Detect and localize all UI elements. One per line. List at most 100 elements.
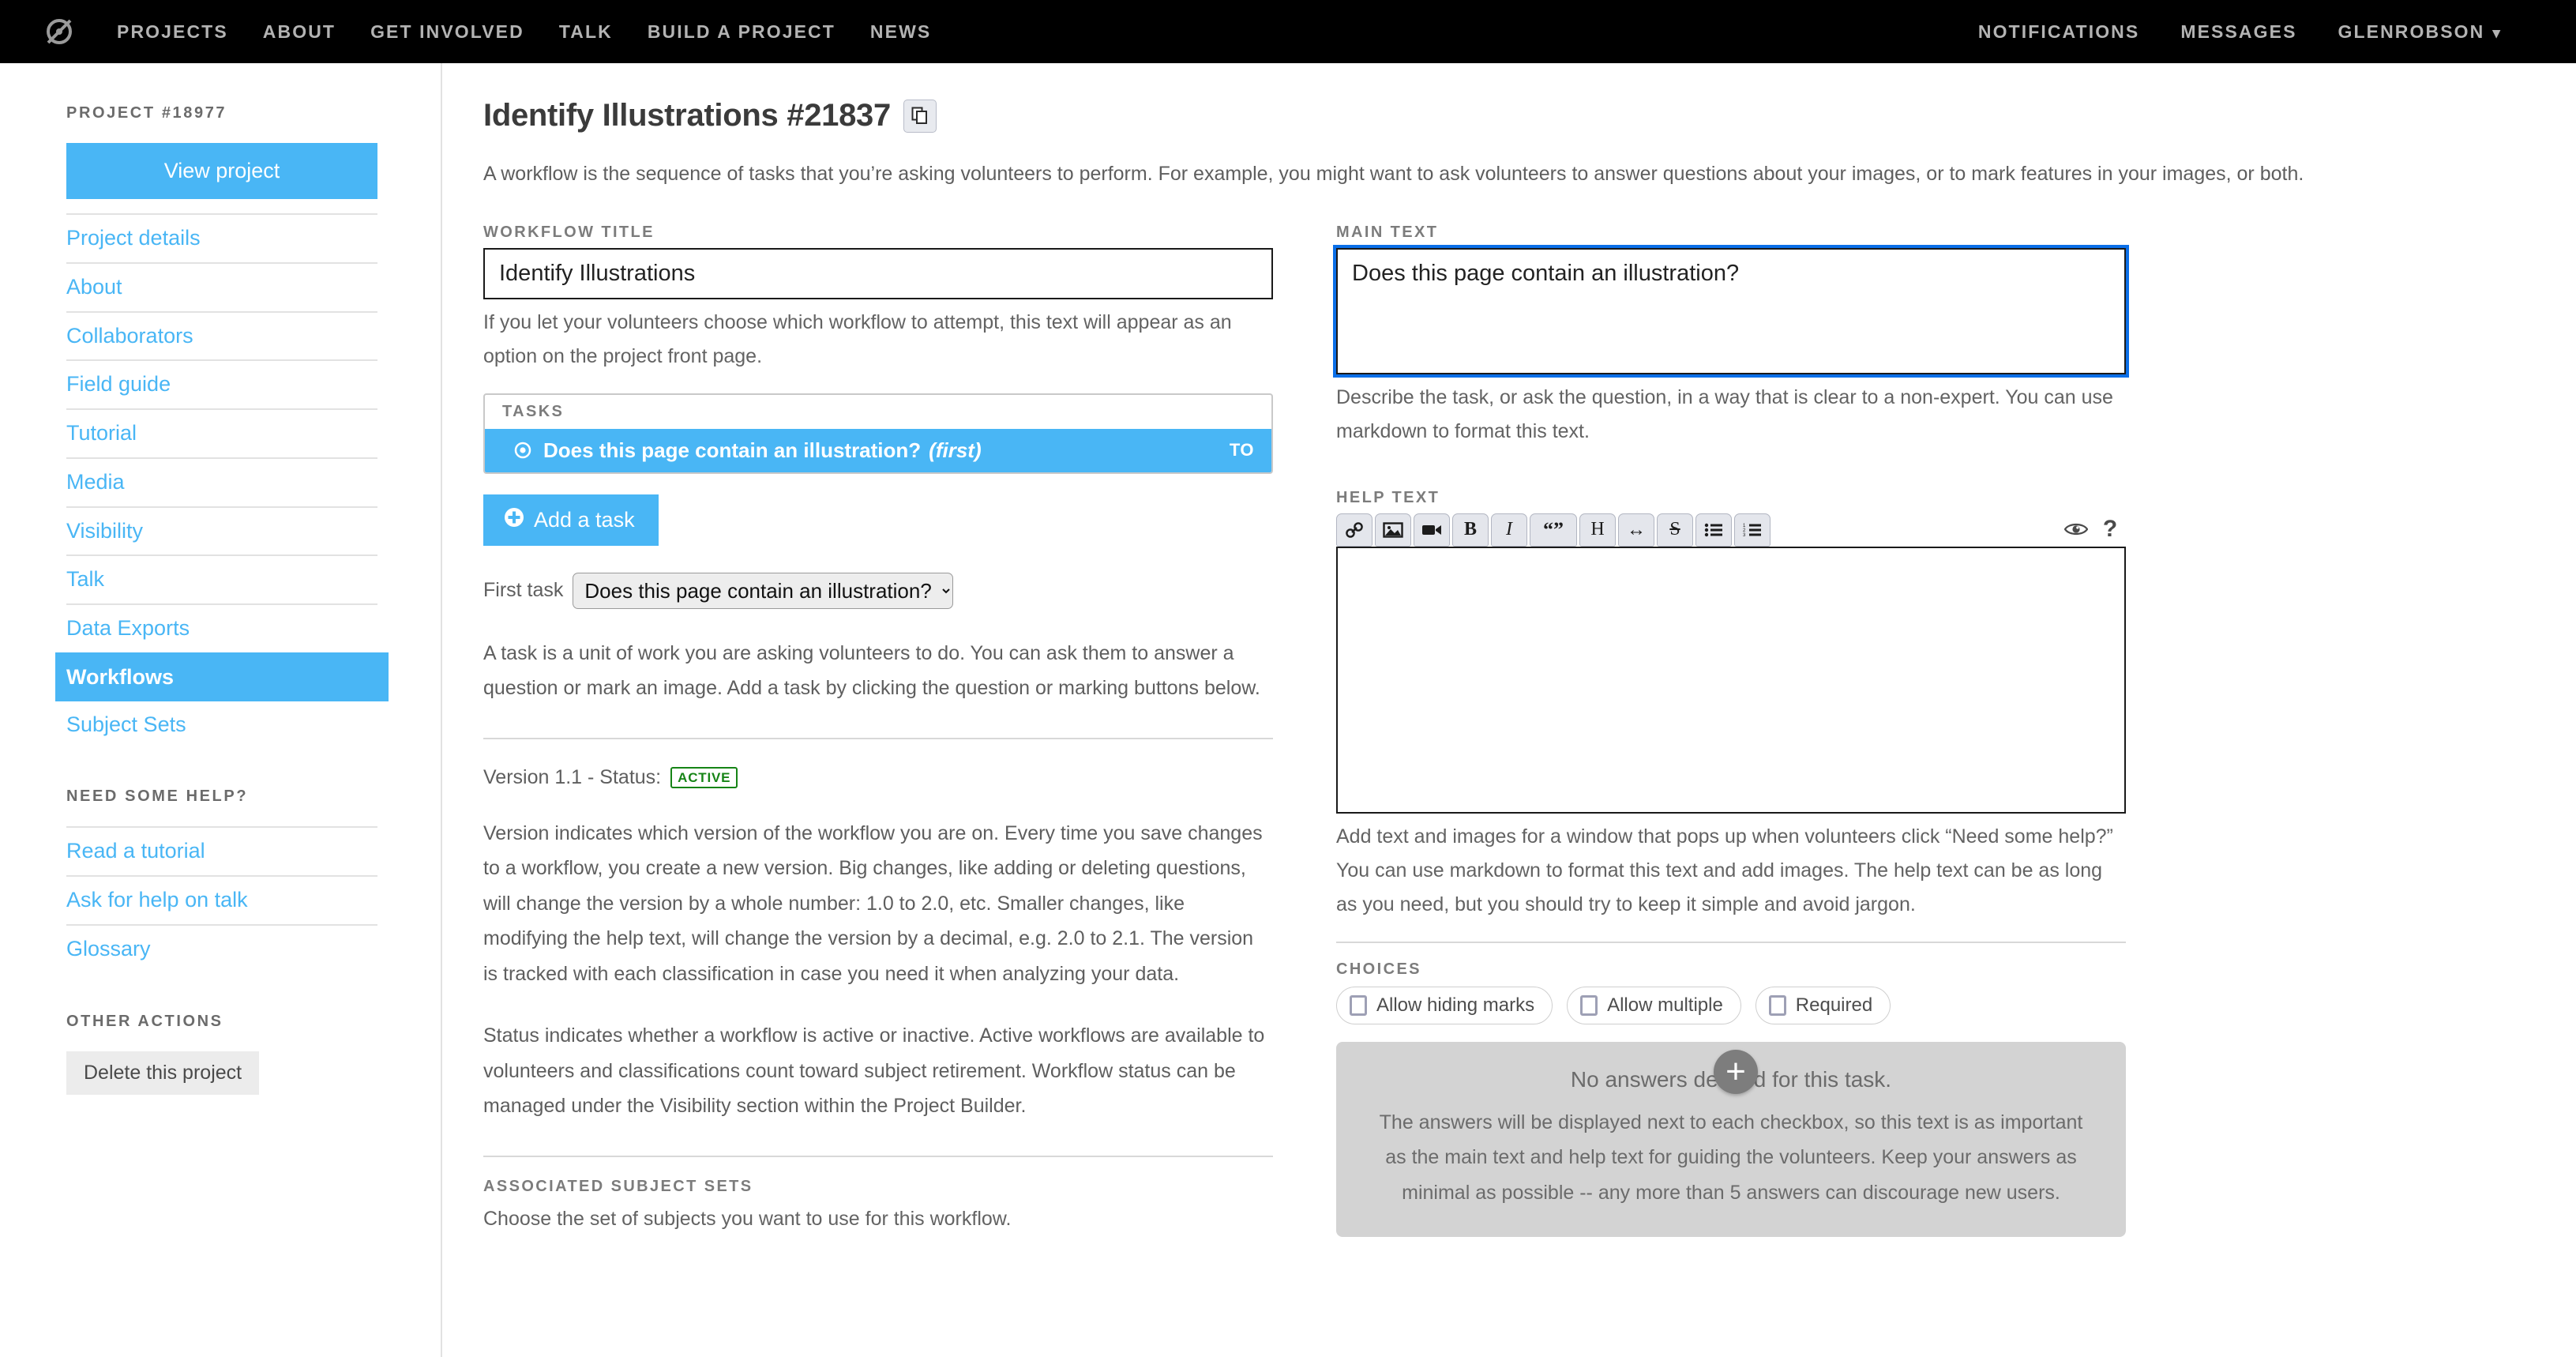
version-prefix: Version 1.1 - Status: [483, 765, 662, 788]
sidebar-item-read-a-tutorial[interactable]: Read a tutorial [66, 826, 377, 875]
sidebar-item-subject-sets[interactable]: Subject Sets [66, 701, 377, 749]
nav-link-projects[interactable]: PROJECTS [100, 21, 246, 43]
chevron-down-icon: ▾ [2492, 24, 2502, 42]
sidebar-item-project-details[interactable]: Project details [66, 213, 377, 262]
sidebar-item-data-exports[interactable]: Data Exports [66, 603, 377, 652]
sidebar-item-collaborators[interactable]: Collaborators [66, 310, 377, 360]
link-icon[interactable] [1336, 513, 1372, 547]
associated-subject-sets-helper: Choose the set of subjects you want to u… [483, 1207, 1012, 1230]
task-row-end-label: TO [1229, 440, 1254, 460]
add-a-task-button[interactable]: Add a task [483, 494, 659, 546]
sidebar-item-talk[interactable]: Talk [66, 554, 377, 603]
sidebar-item-ask-for-help-on-talk[interactable]: Ask for help on talk [66, 875, 377, 924]
sidebar-gap-1 [66, 748, 377, 788]
choice-required[interactable]: Required [1755, 986, 1891, 1024]
radio-icon [513, 441, 532, 460]
add-answer-button[interactable]: + [1714, 1049, 1758, 1094]
nav-link-about[interactable]: ABOUT [246, 21, 353, 43]
main-text-label: MAIN TEXT [1336, 223, 1439, 241]
choices-label: CHOICES [1336, 960, 1421, 978]
heading-icon[interactable]: H [1579, 513, 1616, 547]
markdown-toolbar: B I “” H ↔ S 1 2 3 ? [1336, 513, 2126, 547]
nav-link-talk[interactable]: TALK [542, 21, 630, 43]
user-menu-label: GLENROBSON [2338, 21, 2485, 42]
horizontal-rule-icon[interactable]: ↔ [1618, 513, 1654, 547]
project-sidebar: PROJECT #18977 View project Project deta… [0, 63, 442, 1357]
image-icon[interactable] [1375, 513, 1411, 547]
italic-glyph: I [1506, 519, 1512, 540]
task-row-label: Does this page contain an illustration? [543, 438, 922, 462]
status-badge: ACTIVE [670, 766, 738, 788]
status-description: Status indicates whether a workflow is a… [483, 1024, 1265, 1118]
first-task-row: First task Does this page contain an ill… [483, 572, 1273, 609]
copy-workflow-icon[interactable] [903, 99, 937, 133]
workflow-title-input[interactable] [483, 247, 1273, 299]
project-id-heading: PROJECT #18977 [66, 104, 227, 122]
choice-label-required: Required [1795, 994, 1873, 1016]
no-answers-body: The answers will be displayed next to ea… [1379, 1111, 2083, 1204]
blockquote-glyph: “” [1543, 517, 1564, 541]
workflow-intro-text: A workflow is the sequence of tasks that… [483, 163, 2304, 185]
version-status-line: Version 1.1 - Status: ACTIVE [483, 766, 1273, 789]
eye-icon[interactable] [2060, 513, 2092, 545]
numbered-list-icon[interactable]: 1 2 3 [1734, 513, 1771, 547]
question-mark-icon[interactable]: ? [2094, 513, 2126, 545]
nav-link-messages[interactable]: MESSAGES [2160, 21, 2317, 43]
italic-icon[interactable]: I [1491, 513, 1527, 547]
view-project-button[interactable]: View project [66, 143, 377, 199]
workflow-settings-column: WORKFLOW TITLE If you let your volunteer… [483, 224, 1273, 1256]
first-task-select[interactable]: Does this page contain an illustration? [573, 572, 954, 609]
nav-link-notifications[interactable]: NOTIFICATIONS [1958, 21, 2160, 43]
help-text-label: HELP TEXT [1336, 488, 1440, 506]
sidebar-item-tutorial[interactable]: Tutorial [66, 408, 377, 457]
user-menu[interactable]: GLENROBSON ▾ [2318, 21, 2522, 43]
main-text-helper: Describe the task, or ask the question, … [1336, 385, 2113, 442]
sidebar-item-visibility[interactable]: Visibility [66, 506, 377, 555]
delete-this-project-button[interactable]: Delete this project [66, 1051, 260, 1095]
task-row[interactable]: Does this page contain an illustration? … [485, 428, 1271, 472]
blockquote-icon[interactable]: “” [1530, 513, 1577, 547]
other-actions-heading: OTHER ACTIONS [66, 1012, 223, 1030]
choice-label-allow-multiple: Allow multiple [1607, 994, 1723, 1016]
page-title-row: Identify Illustrations #21837 [483, 98, 2535, 133]
spacer-right-1 [1336, 468, 2126, 489]
primary-nav-links: PROJECTS ABOUT GET INVOLVED TALK BUILD A… [100, 21, 948, 43]
editor-columns: WORKFLOW TITLE If you let your volunteer… [483, 224, 2535, 1256]
divider-1 [483, 737, 1273, 739]
sidebar-item-field-guide[interactable]: Field guide [66, 359, 377, 408]
choice-allow-hiding-marks[interactable]: Allow hiding marks [1336, 986, 1553, 1024]
version-description: Version indicates which version of the w… [483, 821, 1263, 985]
spacer-left [483, 1157, 1273, 1178]
horizontal-rule-glyph: ↔ [1627, 518, 1646, 540]
first-task-label: First task [483, 579, 564, 602]
plus-circle-icon [504, 507, 524, 533]
sidebar-item-media[interactable]: Media [66, 457, 377, 506]
sidebar-item-workflows[interactable]: Workflows [55, 652, 389, 701]
nav-link-news[interactable]: NEWS [853, 21, 948, 43]
sidebar-item-glossary[interactable]: Glossary [66, 923, 377, 973]
tasks-label: TASKS [502, 402, 565, 420]
task-helper-text: A task is a unit of work you are asking … [483, 641, 1260, 700]
plus-icon: + [1725, 1051, 1746, 1091]
video-icon[interactable] [1414, 513, 1450, 547]
bold-icon[interactable]: B [1452, 513, 1489, 547]
task-row-first-tag: (first) [929, 438, 982, 462]
sidebar-item-about[interactable]: About [66, 261, 377, 311]
checkbox-allow-hiding-marks[interactable] [1350, 994, 1367, 1016]
workflow-title-helper: If you let your volunteers choose which … [483, 310, 1232, 367]
strikethrough-icon[interactable]: S [1657, 513, 1693, 547]
page-body: PROJECT #18977 View project Project deta… [0, 63, 2576, 1357]
add-a-task-label: Add a task [534, 507, 635, 532]
no-answers-panel: + No answers defined for this task. The … [1336, 1041, 2126, 1238]
checkbox-required[interactable] [1768, 994, 1786, 1016]
choice-allow-multiple[interactable]: Allow multiple [1567, 986, 1741, 1024]
main-text-textarea[interactable] [1333, 244, 2129, 378]
help-heading: NEED SOME HELP? [66, 788, 249, 806]
bullet-list-icon[interactable] [1695, 513, 1732, 547]
nav-link-build-a-project[interactable]: BUILD A PROJECT [630, 21, 853, 43]
page-title: Identify Illustrations #21837 [483, 98, 891, 133]
nav-link-get-involved[interactable]: GET INVOLVED [353, 21, 542, 43]
checkbox-allow-multiple[interactable] [1580, 994, 1598, 1016]
zooniverse-logo[interactable] [41, 13, 77, 50]
help-text-textarea[interactable] [1336, 546, 2126, 814]
